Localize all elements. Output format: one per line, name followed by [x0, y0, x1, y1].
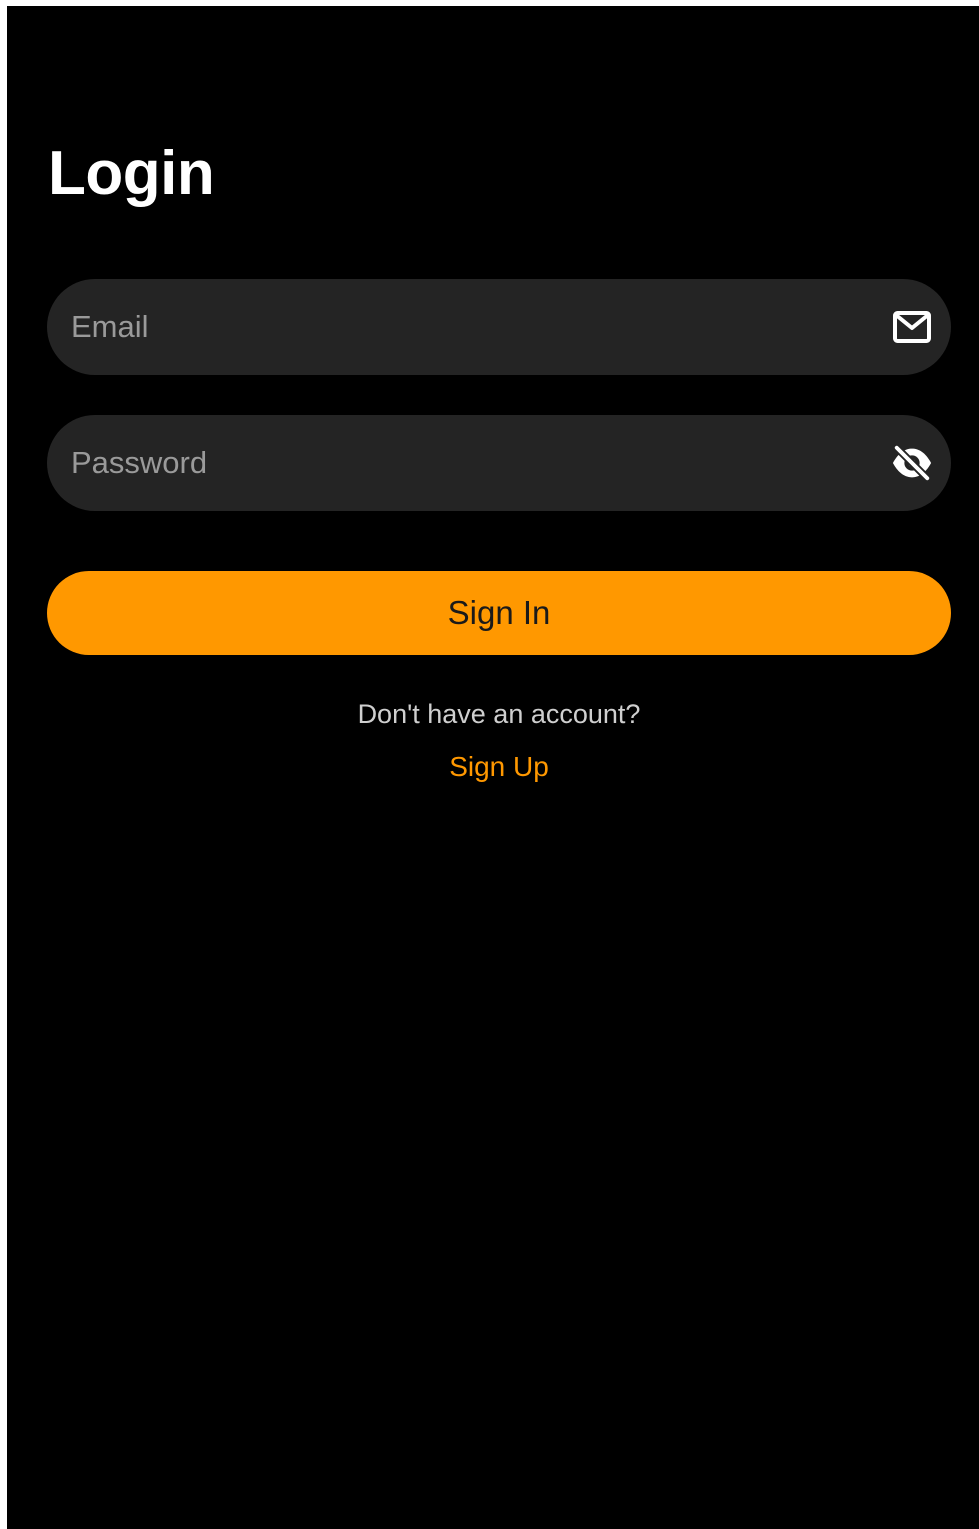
email-field[interactable] [47, 279, 951, 375]
page-title: Login [48, 139, 215, 208]
sign-in-button[interactable]: Sign In [47, 571, 951, 655]
email-input[interactable] [71, 279, 861, 375]
sign-up-row: Sign Up [7, 748, 979, 786]
password-input[interactable] [71, 415, 861, 511]
no-account-text: Don't have an account? [357, 699, 641, 729]
sign-up-link[interactable]: Sign Up [449, 751, 549, 782]
mail-icon [891, 306, 933, 348]
password-field[interactable] [47, 415, 951, 511]
login-screen: Login Sign In Don't have an account? Sig… [7, 6, 979, 1529]
eye-off-icon[interactable] [891, 442, 933, 484]
